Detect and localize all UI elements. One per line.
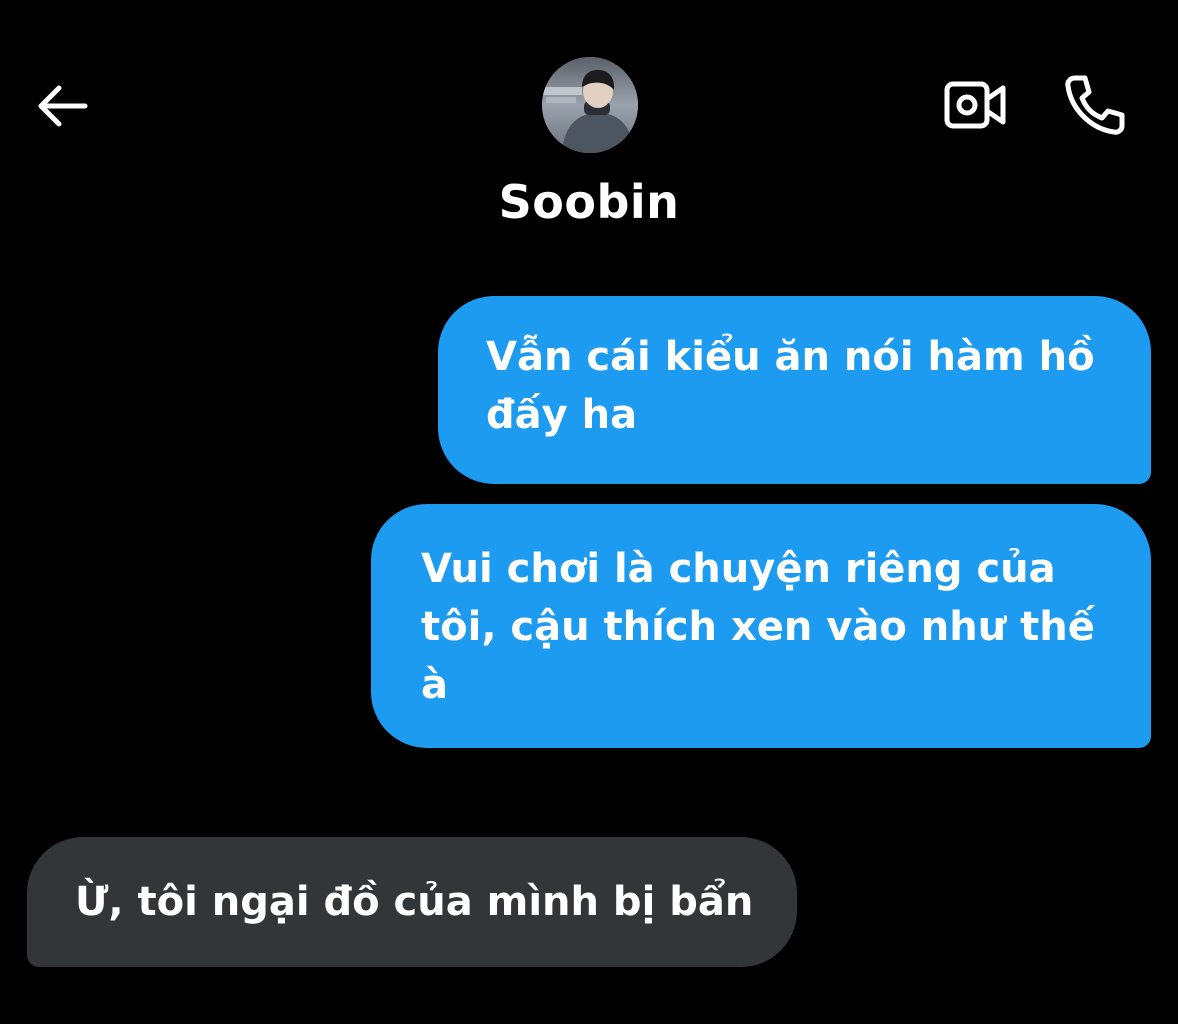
video-call-button[interactable] [940, 74, 1010, 136]
avatar[interactable] [542, 57, 638, 153]
message-text: Vui chơi là chuyện riêng của tôi, cậu th… [421, 546, 1095, 708]
contact-name[interactable]: Soobin [0, 175, 1178, 229]
message-bubble-incoming[interactable]: Ừ, tôi ngại đồ của mình bị bẩn [27, 837, 797, 967]
arrow-left-icon [38, 85, 88, 127]
phone-icon [1065, 75, 1125, 135]
avatar-image [542, 57, 638, 153]
voice-call-button[interactable] [1058, 70, 1130, 140]
message-bubble-outgoing[interactable]: Vẫn cái kiểu ăn nói hàm hồ đấy ha [438, 296, 1151, 484]
video-camera-icon [944, 81, 1006, 129]
message-bubble-outgoing[interactable]: Vui chơi là chuyện riêng của tôi, cậu th… [371, 504, 1151, 748]
message-text: Vẫn cái kiểu ăn nói hàm hồ đấy ha [486, 334, 1095, 438]
back-button[interactable] [30, 75, 92, 137]
conversation-header: Soobin [0, 0, 1178, 260]
message-text: Ừ, tôi ngại đồ của mình bị bẩn [75, 879, 754, 925]
